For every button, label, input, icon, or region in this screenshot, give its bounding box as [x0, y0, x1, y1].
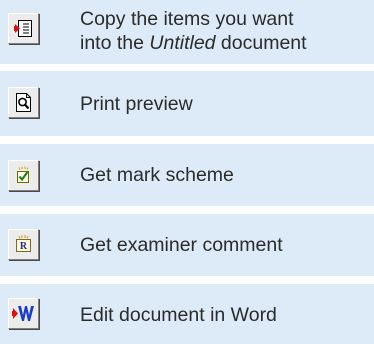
copy-to-document-icon [13, 18, 34, 39]
edit-in-word-label: Edit document in Word [80, 304, 277, 326]
print-preview-button[interactable] [8, 87, 39, 118]
untitled-document-name: Untitled [149, 32, 216, 54]
examiner-comment-icon: R [13, 234, 34, 255]
edit-in-word-button[interactable] [8, 298, 39, 329]
legend-row-examiner-comment: R Get examiner comment [0, 214, 374, 276]
toolbar-button-legend: Copy the items you want into the Untitle… [0, 0, 374, 344]
copy-items-label: Copy the items you want into the Untitle… [80, 7, 307, 55]
copy-items-button[interactable] [8, 13, 39, 44]
copy-items-label-line2: into the Untitled document [80, 31, 307, 55]
legend-row-print-preview: Print preview [0, 71, 374, 136]
mark-scheme-label: Get mark scheme [80, 164, 234, 186]
print-preview-label: Print preview [80, 93, 193, 115]
svg-text:R: R [20, 241, 28, 252]
print-preview-icon [13, 92, 34, 113]
mark-scheme-icon [13, 165, 34, 186]
word-document-icon [12, 303, 35, 324]
examiner-comment-button[interactable]: R [8, 229, 39, 260]
legend-row-copy-items: Copy the items you want into the Untitle… [0, 0, 374, 64]
copy-items-label-prefix: into the [80, 32, 150, 54]
legend-row-mark-scheme: Get mark scheme [0, 144, 374, 206]
mark-scheme-button[interactable] [8, 160, 39, 191]
legend-row-edit-in-word: Edit document in Word [0, 284, 374, 344]
copy-items-label-suffix: document [215, 32, 307, 54]
examiner-comment-label: Get examiner comment [80, 234, 283, 256]
copy-items-label-line1: Copy the items you want [80, 8, 294, 30]
